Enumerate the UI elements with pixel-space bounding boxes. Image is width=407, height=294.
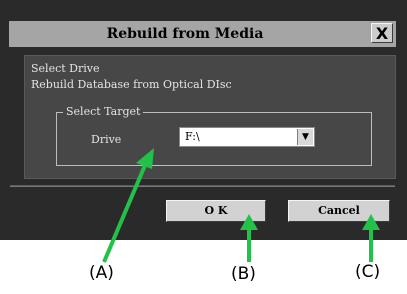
callout-arrows <box>102 148 380 263</box>
callout-arrow-b <box>240 214 258 262</box>
callout-arrow-c <box>362 214 380 262</box>
callout-label-a: (A) <box>89 263 114 283</box>
callout-arrow-a <box>102 148 154 263</box>
callout-label-c: (C) <box>355 262 381 282</box>
callout-label-b: (B) <box>231 264 256 284</box>
